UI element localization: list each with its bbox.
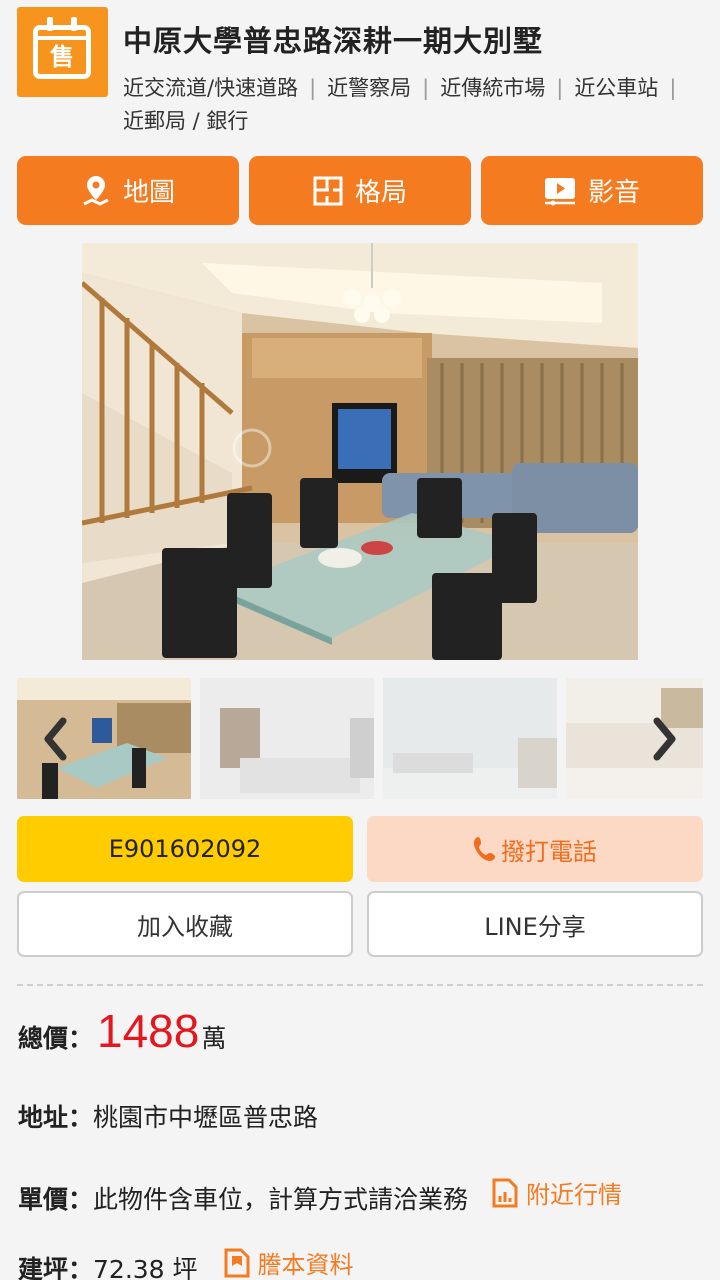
call-button[interactable]: 撥打電話: [367, 816, 703, 882]
tag-separator: |: [309, 76, 317, 100]
nearby-market-label: 附近行情: [526, 1181, 623, 1209]
calendar-icon: 售: [33, 17, 91, 79]
secondary-actions: 加入收藏 LINE分享: [17, 891, 703, 957]
floorplan-button-label: 格局: [354, 178, 407, 208]
photo-thumbnail[interactable]: [566, 678, 720, 799]
video-play-icon: [544, 176, 576, 206]
map-pin-icon: [81, 174, 111, 208]
address-row: 地址： 桃園市中壢區普忠路: [18, 1098, 318, 1134]
photo-thumbnail[interactable]: [383, 678, 557, 799]
area-value: 72.38 坪: [93, 1254, 198, 1280]
unit-price-label: 單價：: [18, 1184, 94, 1214]
next-photo-button[interactable]: [645, 710, 685, 768]
feature-tag: 近警察局: [327, 76, 412, 100]
address-value: 桃園市中壢區普忠路: [93, 1103, 319, 1132]
floorplan-button[interactable]: 格局: [249, 156, 471, 225]
line-share-button[interactable]: LINE分享: [367, 891, 703, 957]
transcript-label: 謄本資料: [257, 1251, 354, 1279]
video-button-label: 影音: [587, 178, 640, 208]
tag-separator: |: [669, 76, 677, 100]
primary-actions: E901602092 撥打電話: [17, 816, 703, 882]
unit-price-row: 單價： 此物件含車位，計算方式請洽業務 附近行情: [18, 1175, 622, 1216]
page-title: 中原大學普忠路深耕一期大別墅: [123, 24, 544, 58]
phone-icon: [473, 836, 495, 862]
feature-tag: 近傳統市場: [440, 76, 546, 100]
map-button[interactable]: 地圖: [17, 156, 239, 225]
price-unit: 萬: [201, 1024, 227, 1053]
for-sale-badge: 售: [17, 7, 108, 97]
floorplan-icon: [313, 176, 343, 206]
feature-tags: 近交流道/快速道路 | 近警察局 | 近傳統市場 | 近公車站 | 近郵局 / 銀行: [123, 72, 708, 138]
area-label: 建坪：: [18, 1254, 94, 1280]
living-room-photo: [82, 243, 638, 660]
main-listing-photo[interactable]: [82, 243, 638, 660]
photo-thumbnail-strip: [17, 678, 703, 799]
nearby-market-link[interactable]: 附近行情: [492, 1175, 622, 1210]
sale-badge-label: 售: [50, 43, 74, 71]
listing-header: 售 中原大學普忠路深耕一期大別墅 近交流道/快速道路 | 近警察局 | 近傳統市場 | 近公…: [0, 0, 720, 150]
previous-photo-button[interactable]: [35, 710, 75, 768]
price-value: 1488: [97, 1005, 200, 1057]
chevron-left-icon: [44, 717, 67, 761]
price-row: 總價： 1488 萬: [18, 1004, 226, 1058]
unit-price-value: 此物件含車位，計算方式請洽業務: [93, 1184, 469, 1214]
tag-separator: |: [556, 76, 564, 100]
divider: [17, 984, 703, 986]
add-favorite-button[interactable]: 加入收藏: [17, 891, 353, 957]
photo-thumbnail[interactable]: [200, 678, 374, 799]
document-icon: [224, 1248, 250, 1278]
area-row: 建坪： 72.38 坪 謄本資料: [18, 1245, 354, 1280]
tag-separator: |: [422, 76, 430, 100]
feature-tag: 近公車站: [574, 76, 659, 100]
media-buttons: 地圖 格局 影音: [17, 156, 703, 225]
video-button[interactable]: 影音: [481, 156, 703, 225]
transcript-link[interactable]: 謄本資料: [224, 1245, 354, 1280]
chart-document-icon: [492, 1178, 518, 1208]
map-button-label: 地圖: [122, 178, 175, 208]
chevron-right-icon: [653, 717, 676, 761]
feature-tag: 近郵局 / 銀行: [123, 109, 249, 133]
price-label: 總價：: [18, 1024, 94, 1053]
call-button-label: 撥打電話: [501, 837, 597, 866]
listing-id-button[interactable]: E901602092: [17, 816, 353, 882]
address-label: 地址：: [18, 1103, 94, 1132]
feature-tag: 近交流道/快速道路: [123, 76, 299, 100]
